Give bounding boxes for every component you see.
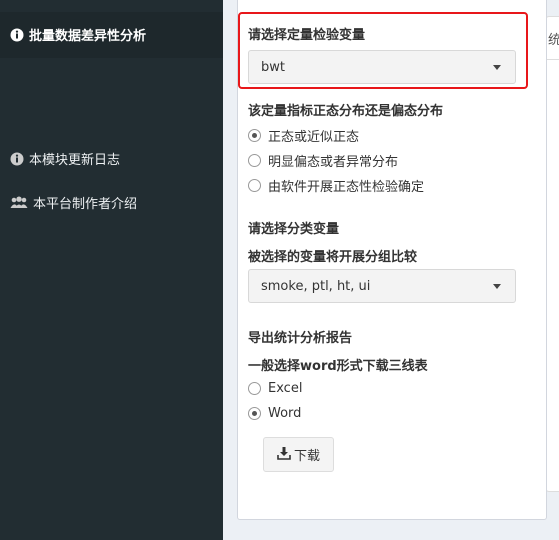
radio-label: Word xyxy=(268,406,302,421)
results-panel: 统 xyxy=(545,16,559,492)
sidebar-item-label: 批量数据差异性分析 xyxy=(29,29,147,44)
sidebar-item-changelog[interactable]: 本模块更新日志 xyxy=(10,149,120,168)
radio-option-skewed[interactable]: 明显偏态或者异常分布 xyxy=(248,151,398,170)
radio-label: 正态或近似正态 xyxy=(268,130,360,145)
sidebar-item-authors[interactable]: 本平台制作者介绍 xyxy=(10,193,137,212)
download-icon xyxy=(277,446,291,464)
radio-button[interactable] xyxy=(248,179,261,192)
results-tab[interactable]: 统 xyxy=(548,29,559,48)
radio-button[interactable] xyxy=(248,407,261,420)
sidebar-item-label: 本模块更新日志 xyxy=(29,153,121,168)
group-var-label: 请选择分类变量 xyxy=(248,222,340,237)
info-circle-icon xyxy=(10,152,24,166)
tab-divider xyxy=(546,59,559,60)
radio-option-normal[interactable]: 正态或近似正态 xyxy=(248,126,359,145)
sidebar: 批量数据差异性分析 本模块更新日志 本平台制作者介绍 xyxy=(0,0,223,540)
info-circle-icon xyxy=(10,28,24,42)
sidebar-item-batch-analysis[interactable]: 批量数据差异性分析 xyxy=(10,25,146,44)
group-var-sublabel: 被选择的变量将开展分组比较 xyxy=(248,250,418,265)
sidebar-item-label: 本平台制作者介绍 xyxy=(33,197,138,212)
download-label: 下载 xyxy=(293,449,320,464)
download-button[interactable]: 下载 xyxy=(263,437,334,472)
distribution-label: 该定量指标正态分布还是偏态分布 xyxy=(248,104,444,119)
report-label: 导出统计分析报告 xyxy=(248,331,353,346)
radio-option-auto-test[interactable]: 由软件开展正态性检验确定 xyxy=(248,176,424,195)
quant-var-value: bwt xyxy=(261,59,285,75)
radio-option-word[interactable]: Word xyxy=(248,406,301,421)
quant-var-select[interactable]: bwt xyxy=(248,50,516,84)
radio-option-excel[interactable]: Excel xyxy=(248,381,302,396)
radio-label: Excel xyxy=(268,381,303,396)
quant-var-label: 请选择定量检验变量 xyxy=(248,28,366,43)
radio-label: 由软件开展正态性检验确定 xyxy=(268,180,425,195)
chevron-down-icon xyxy=(493,284,501,289)
report-sublabel: 一般选择word形式下载三线表 xyxy=(248,359,428,374)
radio-label: 明显偏态或者异常分布 xyxy=(268,155,399,170)
users-icon xyxy=(10,196,28,209)
chevron-down-icon xyxy=(493,65,501,70)
radio-button[interactable] xyxy=(248,129,261,142)
radio-button[interactable] xyxy=(248,382,261,395)
group-var-value: smoke, ptl, ht, ui xyxy=(261,278,371,294)
radio-button[interactable] xyxy=(248,154,261,167)
group-var-select[interactable]: smoke, ptl, ht, ui xyxy=(248,269,516,303)
